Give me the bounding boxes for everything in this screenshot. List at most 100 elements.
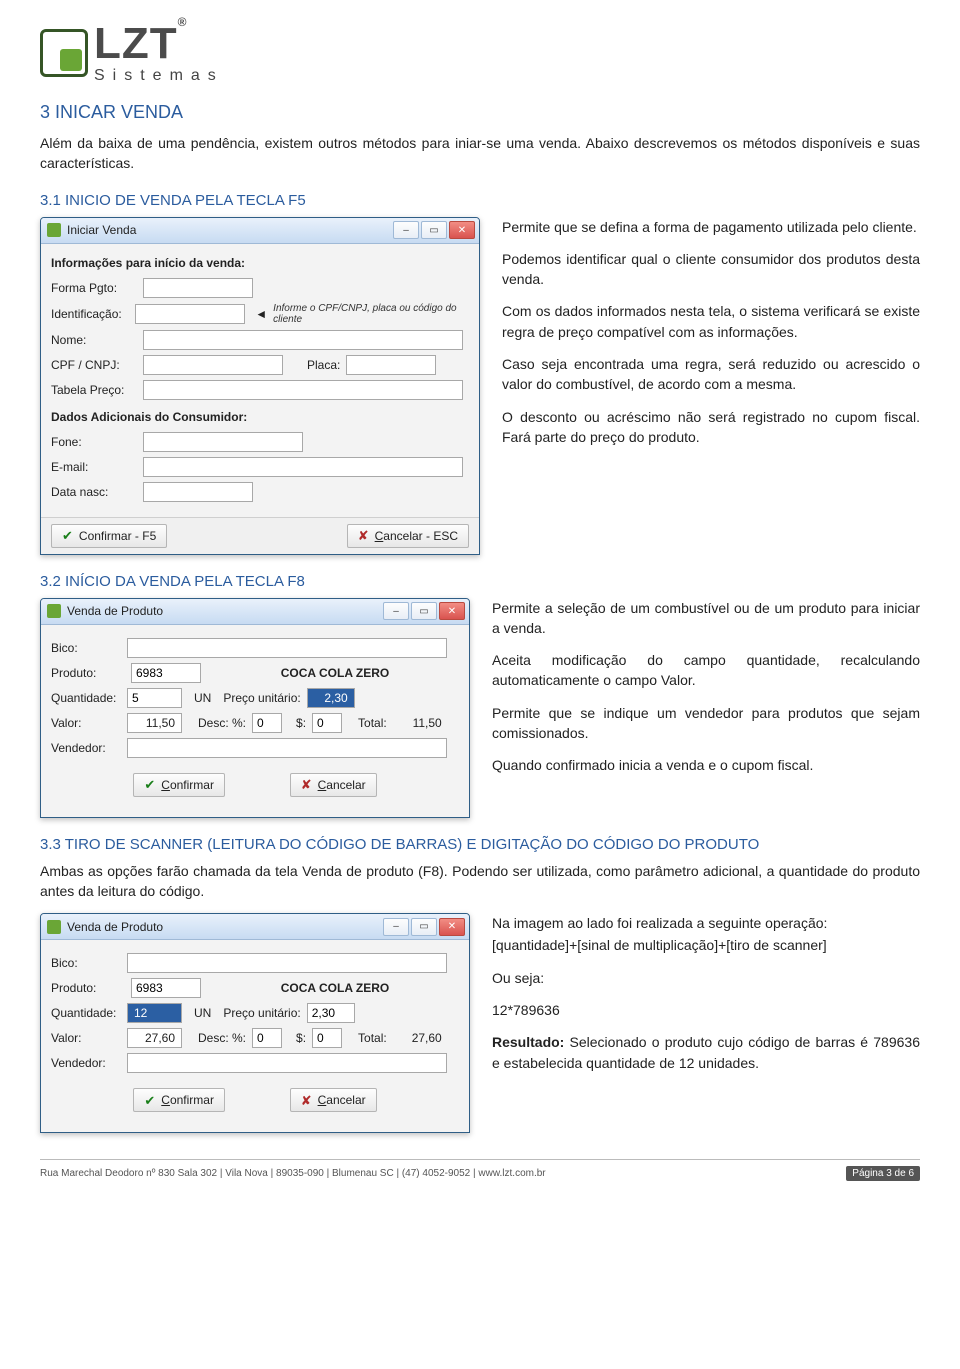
check-icon: ✔: [62, 529, 73, 542]
venda-produto-dialog: Venda de Produto – ▭ ✕ Bico: Produto: CO…: [40, 598, 470, 818]
cancelar-esc-button[interactable]: ✘ CCancelar - ESCancelar - ESC: [347, 524, 469, 548]
footer-address: Rua Marechal Deodoro nº 830 Sala 302 | V…: [40, 1168, 546, 1179]
valor-label: Valor:: [51, 716, 121, 730]
produto-nome: COCA COLA ZERO: [211, 981, 459, 995]
qtd-input[interactable]: 12: [127, 1003, 182, 1023]
produto-label: Produto:: [51, 666, 121, 680]
logo-brand-text: LZT: [94, 19, 178, 68]
p-3-1-a: Permite que se defina a forma de pagamen…: [502, 217, 920, 237]
valor-value: 11,50: [127, 713, 182, 733]
desc-perc-input[interactable]: [252, 1028, 282, 1048]
produto-label: Produto:: [51, 981, 121, 995]
desc-val-input[interactable]: [312, 713, 342, 733]
window-title: Iniciar Venda: [67, 223, 136, 237]
email-input[interactable]: [143, 457, 463, 477]
bico-input[interactable]: [127, 638, 447, 658]
total-label: Total:: [358, 716, 387, 730]
preco-label: Preço unitário:: [223, 691, 300, 705]
app-icon: [47, 920, 61, 934]
page-footer: Rua Marechal Deodoro nº 830 Sala 302 | V…: [40, 1159, 920, 1185]
bico-input[interactable]: [127, 953, 447, 973]
cpf-label: CPF / CNPJ:: [51, 358, 137, 372]
section-label-2: Dados Adicionais do Consumidor:: [51, 410, 469, 424]
confirmar-button[interactable]: ✔ Confirmar Confirmar: [133, 773, 225, 797]
logo-brand: LZT®: [94, 22, 224, 66]
registered-icon: ®: [178, 15, 188, 29]
qtd-input[interactable]: [127, 688, 182, 708]
preco-input[interactable]: [307, 1003, 355, 1023]
p-3-3-b: [quantidade]+[sinal de multiplicação]+[t…: [492, 935, 920, 955]
section-label: Informações para início da venda:: [51, 256, 469, 270]
section-3-2-heading: 3.2 INÍCIO DA VENDA PELA TECLA F8: [40, 573, 920, 590]
p-3-2-c: Permite que se indique um vendedor para …: [492, 703, 920, 744]
app-icon: [47, 223, 61, 237]
page-number: Página 3 de 6: [846, 1166, 920, 1181]
qtd-label: Quantidade:: [51, 1006, 121, 1020]
resultado-label: Resultado:: [492, 1034, 564, 1050]
produto-nome: COCA COLA ZERO: [211, 666, 459, 680]
data-nasc-label: Data nasc:: [51, 485, 137, 499]
vendedor-input[interactable]: [127, 1053, 447, 1073]
p-3-1-b: Podemos identificar qual o cliente consu…: [502, 249, 920, 290]
check-icon: ✔: [144, 1094, 155, 1107]
cancel-icon: ✘: [301, 778, 312, 791]
placa-input[interactable]: [346, 355, 436, 375]
identificacao-label: Identificação:: [51, 307, 129, 321]
nome-label: Nome:: [51, 333, 137, 347]
venda-produto-dialog-2: Venda de Produto – ▭ ✕ Bico: Produto: CO…: [40, 913, 470, 1133]
confirmar-f5-button[interactable]: ✔ Confirmar - F5: [51, 524, 167, 548]
p-3-1-c: Com os dados informados nesta tela, o si…: [502, 301, 920, 342]
vendedor-label: Vendedor:: [51, 741, 121, 755]
produto-cod-input[interactable]: [131, 663, 201, 683]
confirmar-button[interactable]: ✔ Confirmar: [133, 1088, 225, 1112]
valor-value: 27,60: [127, 1028, 182, 1048]
maximize-button[interactable]: ▭: [411, 602, 437, 620]
desc-perc-label: Desc: %:: [198, 1031, 246, 1045]
desc-perc-label: Desc: %:: [198, 716, 246, 730]
cancelar-label: CCancelar - ESCancelar - ESC: [375, 529, 458, 543]
desc-val-label: $:: [296, 716, 306, 730]
p-3-2-d: Quando confirmado inicia a venda e o cup…: [492, 755, 920, 775]
section-3-heading: 3 INICAR VENDA: [40, 102, 920, 123]
total-label: Total:: [358, 1031, 387, 1045]
tabela-preco-label: Tabela Preço:: [51, 383, 137, 397]
window-titlebar[interactable]: Venda de Produto – ▭ ✕: [41, 599, 469, 625]
preco-input[interactable]: 2,30: [307, 688, 355, 708]
identificacao-input[interactable]: [135, 304, 245, 324]
vendedor-input[interactable]: [127, 738, 447, 758]
fone-input[interactable]: [143, 432, 303, 452]
app-icon: [47, 604, 61, 618]
cancelar-button[interactable]: ✘ Cancelar: [290, 1088, 377, 1112]
close-button[interactable]: ✕: [449, 221, 475, 239]
p-3-3-a: Na imagem ao lado foi realizada a seguin…: [492, 913, 920, 933]
data-nasc-input[interactable]: [143, 482, 253, 502]
nome-input[interactable]: [143, 330, 463, 350]
bico-label: Bico:: [51, 956, 121, 970]
un-label: UN: [194, 691, 211, 705]
minimize-button[interactable]: –: [393, 221, 419, 239]
close-button[interactable]: ✕: [439, 602, 465, 620]
window-title: Venda de Produto: [67, 920, 163, 934]
logo-mark-icon: [40, 29, 88, 77]
fone-label: Fone:: [51, 435, 137, 449]
forma-pgto-input[interactable]: [143, 278, 253, 298]
desc-val-input[interactable]: [312, 1028, 342, 1048]
tabela-preco-input[interactable]: [143, 380, 463, 400]
cancelar-button[interactable]: ✘ Cancelar Cancelar: [290, 773, 377, 797]
cancelar-label: Cancelar: [318, 778, 366, 792]
p-3-1-e: O desconto ou acréscimo não será registr…: [502, 407, 920, 448]
window-titlebar[interactable]: Iniciar Venda – ▭ ✕: [41, 218, 479, 244]
maximize-button[interactable]: ▭: [411, 918, 437, 936]
produto-cod-input[interactable]: [131, 978, 201, 998]
minimize-button[interactable]: –: [383, 918, 409, 936]
cpf-input[interactable]: [143, 355, 283, 375]
confirmar-label: Confirmar: [161, 1093, 214, 1107]
desc-perc-input[interactable]: [252, 713, 282, 733]
logo-subtext: Sistemas: [94, 68, 224, 84]
maximize-button[interactable]: ▭: [421, 221, 447, 239]
window-titlebar[interactable]: Venda de Produto – ▭ ✕: [41, 914, 469, 940]
p-3-3-intro: Ambas as opções farão chamada da tela Ve…: [40, 861, 920, 902]
close-button[interactable]: ✕: [439, 918, 465, 936]
minimize-button[interactable]: –: [383, 602, 409, 620]
logo: LZT® Sistemas: [40, 22, 920, 84]
